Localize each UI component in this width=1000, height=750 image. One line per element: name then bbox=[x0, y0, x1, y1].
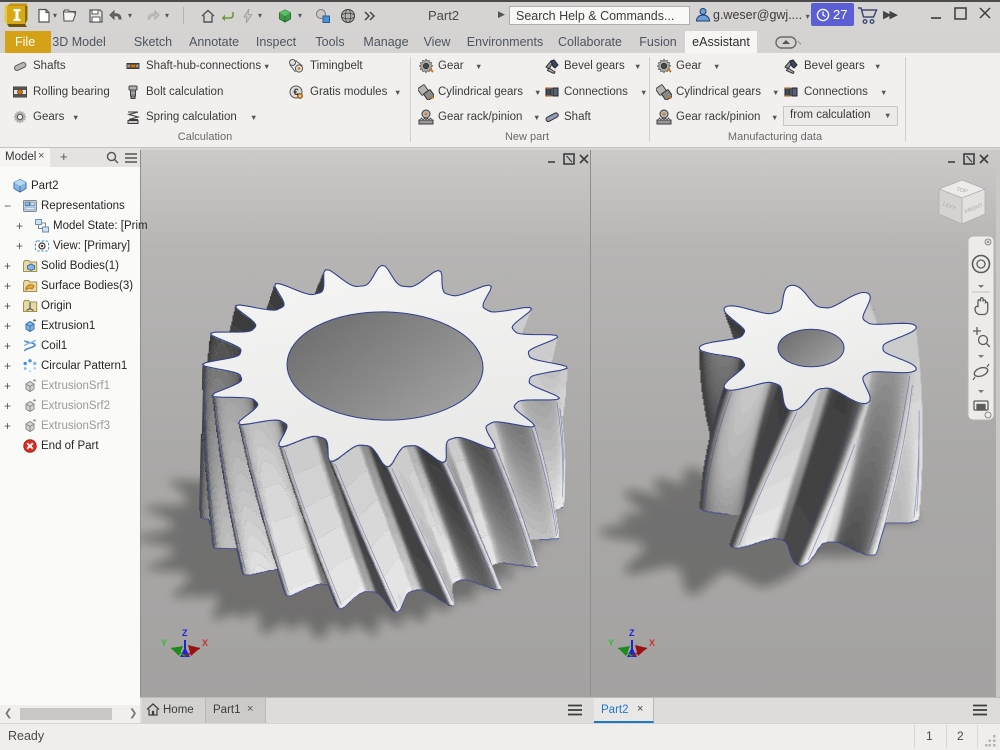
svg-text:X: X bbox=[202, 638, 208, 648]
svg-text:Y: Y bbox=[161, 638, 167, 648]
svg-text:Z: Z bbox=[629, 628, 635, 638]
svg-text:X: X bbox=[649, 638, 655, 648]
svg-text:Z: Z bbox=[182, 628, 188, 638]
svg-text:Y: Y bbox=[608, 638, 614, 648]
